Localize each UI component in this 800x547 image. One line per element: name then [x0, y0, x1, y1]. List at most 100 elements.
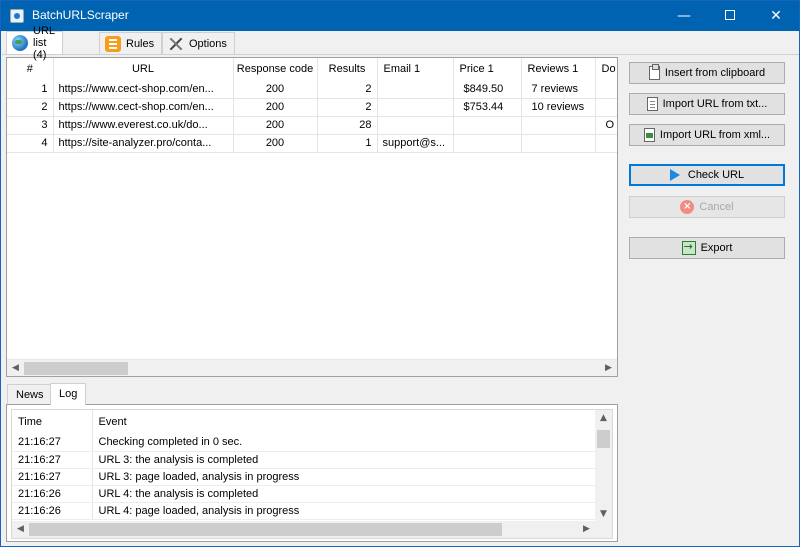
log-event: URL 3: page loaded, analysis in progress: [92, 468, 599, 486]
table-row[interactable]: 2 https://www.cect-shop.com/en... 200 2 …: [7, 98, 617, 117]
cell-reviews: 7 reviews: [521, 80, 596, 99]
rules-icon: [105, 35, 121, 52]
title-bar: BatchURLScraper — ✕: [1, 1, 799, 31]
cancel-icon: ×: [680, 200, 695, 214]
cell-results: 28: [317, 116, 378, 135]
log-row[interactable]: 21:16:27 URL 3: page loaded, analysis in…: [12, 468, 599, 486]
import-url-txt-label: Import URL from txt...: [662, 98, 768, 110]
log-time: 21:16:27: [12, 434, 93, 452]
log-time: 21:16:27: [12, 451, 93, 469]
app-window: BatchURLScraper — ✕ URL list (4) Rules O…: [0, 0, 800, 547]
log-row[interactable]: 21:16:27 Checking completed in 0 sec.: [12, 434, 599, 452]
cell-reviews: [521, 116, 596, 135]
tab-url-list-label: URL list (4): [33, 25, 55, 61]
log-row[interactable]: 21:16:26 URL 4: the analysis is complete…: [12, 485, 599, 503]
cell-url: https://www.cect-shop.com/en...: [53, 98, 234, 117]
url-table-header: # URL Response code Results Email 1 Pric…: [7, 58, 617, 80]
log-event: URL 4: page loaded, analysis in progress: [92, 502, 599, 520]
tools-icon: [168, 36, 184, 52]
export-button[interactable]: Export: [629, 237, 785, 259]
cell-num: 1: [7, 80, 54, 99]
column-header-event[interactable]: Event: [92, 410, 599, 434]
table-row[interactable]: 4 https://site-analyzer.pro/conta... 200…: [7, 134, 617, 153]
cell-email: [377, 98, 454, 117]
scrollbar-thumb[interactable]: [24, 362, 128, 375]
log-table[interactable]: Time Event 21:16:27 Checking completed i…: [11, 409, 613, 539]
log-row[interactable]: 21:16:27 URL 3: the analysis is complete…: [12, 451, 599, 469]
log-vertical-scrollbar[interactable]: ▲ ▼: [595, 410, 612, 523]
cell-do: O: [595, 116, 617, 135]
cancel-label: Cancel: [699, 201, 734, 213]
column-header-url[interactable]: URL: [53, 58, 234, 80]
play-icon: [669, 169, 680, 181]
tab-url-list[interactable]: URL list (4): [6, 25, 63, 61]
export-label: Export: [700, 242, 733, 254]
maximize-button[interactable]: [707, 1, 753, 31]
cell-email: support@s...: [377, 134, 454, 153]
cell-response-code: 200: [233, 134, 318, 153]
scroll-right-arrow-icon[interactable]: ▶: [600, 360, 617, 376]
scroll-right-arrow-icon[interactable]: ▶: [578, 521, 595, 538]
app-icon: [10, 9, 24, 23]
cell-url: https://www.everest.co.uk/do...: [53, 116, 234, 135]
scrollbar-thumb[interactable]: [597, 430, 610, 448]
column-header-num[interactable]: #: [7, 58, 54, 80]
cell-email: [377, 80, 454, 99]
insert-from-clipboard-label: Insert from clipboard: [664, 67, 766, 79]
column-header-response-code[interactable]: Response code: [233, 58, 318, 80]
cell-do: [595, 134, 617, 153]
xml-file-icon: [643, 128, 655, 142]
minimize-button[interactable]: —: [661, 1, 707, 31]
cell-price: [453, 116, 522, 135]
log-time: 21:16:26: [12, 485, 93, 503]
cell-results: 2: [317, 98, 378, 117]
cell-response-code: 200: [233, 98, 318, 117]
column-header-reviews[interactable]: Reviews 1: [521, 58, 596, 80]
tab-news[interactable]: News: [7, 384, 53, 404]
log-event: URL 3: the analysis is completed: [92, 451, 599, 469]
cell-url: https://site-analyzer.pro/conta...: [53, 134, 234, 153]
cell-num: 4: [7, 134, 54, 153]
insert-from-clipboard-button[interactable]: Insert from clipboard: [629, 62, 785, 84]
column-header-results[interactable]: Results: [317, 58, 378, 80]
column-header-price[interactable]: Price 1: [453, 58, 522, 80]
column-header-time[interactable]: Time: [12, 410, 93, 434]
log-table-header: Time Event: [12, 410, 599, 434]
scrollbar-thumb[interactable]: [29, 523, 502, 536]
scroll-left-arrow-icon[interactable]: ◀: [7, 360, 24, 376]
scroll-up-arrow-icon[interactable]: ▲: [595, 410, 612, 427]
cancel-button[interactable]: × Cancel: [629, 196, 785, 218]
tab-rules[interactable]: Rules: [99, 32, 163, 54]
cell-email: [377, 116, 454, 135]
close-button[interactable]: ✕: [753, 1, 799, 31]
maximize-icon: [725, 10, 735, 20]
clipboard-icon: [648, 64, 660, 80]
url-table[interactable]: # URL Response code Results Email 1 Pric…: [6, 57, 618, 377]
log-horizontal-scrollbar[interactable]: ◀ ▶: [12, 521, 612, 538]
scroll-left-arrow-icon[interactable]: ◀: [12, 521, 29, 538]
log-row[interactable]: 21:16:26 URL 4: page loaded, analysis in…: [12, 502, 599, 520]
cell-price: $849.50: [453, 80, 522, 99]
url-table-horizontal-scrollbar[interactable]: ◀ ▶: [7, 359, 617, 376]
check-url-button[interactable]: Check URL: [629, 164, 785, 186]
tab-options-label: Options: [189, 37, 227, 50]
import-url-xml-label: Import URL from xml...: [659, 129, 771, 141]
log-time: 21:16:26: [12, 502, 93, 520]
check-url-label: Check URL: [687, 169, 745, 181]
import-url-xml-button[interactable]: Import URL from xml...: [629, 124, 785, 146]
cell-url: https://www.cect-shop.com/en...: [53, 80, 234, 99]
log-event: Checking completed in 0 sec.: [92, 434, 599, 452]
table-row[interactable]: 1 https://www.cect-shop.com/en... 200 2 …: [7, 80, 617, 99]
log-panel: Time Event 21:16:27 Checking completed i…: [6, 404, 618, 542]
column-header-email[interactable]: Email 1: [377, 58, 454, 80]
cell-reviews: 10 reviews: [521, 98, 596, 117]
tab-panel-border: [2, 54, 799, 55]
tab-options[interactable]: Options: [162, 32, 235, 54]
column-header-do[interactable]: Do: [595, 58, 617, 80]
cell-results: 1: [317, 134, 378, 153]
cell-num: 3: [7, 116, 54, 135]
table-row[interactable]: 3 https://www.everest.co.uk/do... 200 28…: [7, 116, 617, 135]
import-url-txt-button[interactable]: Import URL from txt...: [629, 93, 785, 115]
cell-do: [595, 98, 617, 117]
tab-log[interactable]: Log: [50, 383, 87, 405]
